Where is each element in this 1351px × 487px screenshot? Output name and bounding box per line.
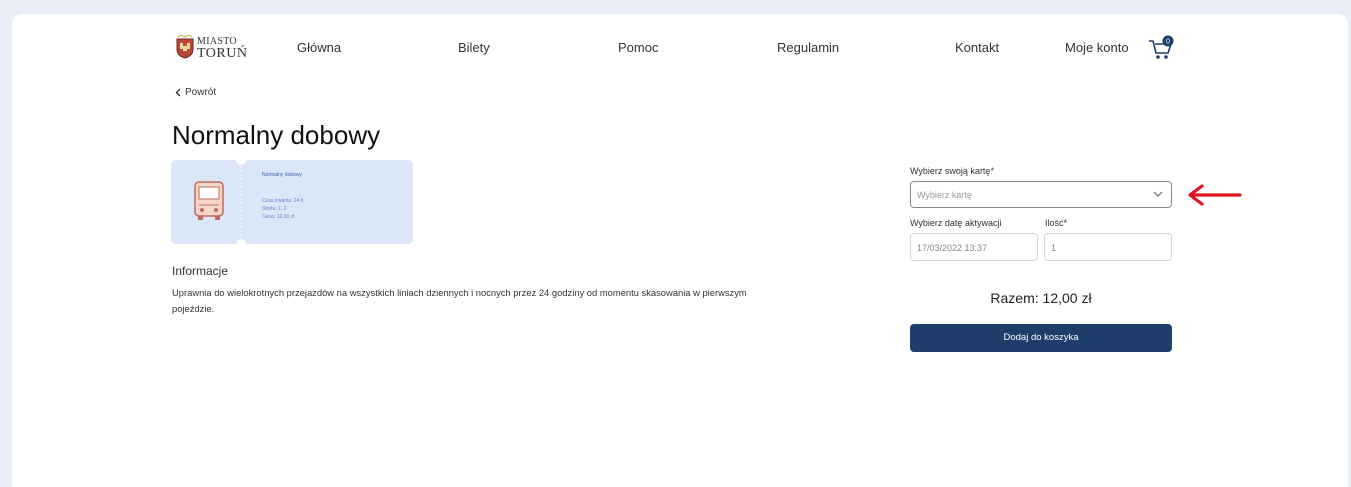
quantity-label: Ilość* bbox=[1045, 218, 1068, 228]
cart-count-badge: 0 bbox=[1166, 39, 1170, 46]
nav-link-kontakt[interactable]: Kontakt bbox=[955, 40, 999, 55]
activation-date-label: Wybierz datę aktywacji bbox=[910, 218, 1002, 228]
back-label: Powrót bbox=[185, 87, 217, 98]
nav-link-regulamin[interactable]: Regulamin bbox=[777, 40, 839, 55]
ticket-name: Normalny dobowy bbox=[262, 172, 303, 178]
activation-date-field[interactable]: 17/03/2022 13:37 bbox=[910, 233, 1038, 261]
back-link[interactable]: Powrót bbox=[175, 87, 216, 98]
quantity-field[interactable]: 1 bbox=[1044, 233, 1172, 261]
cart-icon[interactable]: 0 bbox=[1148, 35, 1176, 61]
info-text: Uprawnia do wielokrotnych przejazdów na … bbox=[172, 287, 747, 314]
nav-link-moje-konto[interactable]: Moje konto bbox=[1065, 40, 1129, 55]
chevron-left-icon bbox=[175, 88, 181, 97]
add-to-cart-button[interactable]: Dodaj do koszyka bbox=[910, 324, 1172, 352]
chevron-down-icon bbox=[1153, 191, 1163, 197]
nav-link-bilety[interactable]: Bilety bbox=[458, 40, 490, 55]
ticket-duration: Czas trwania: 24 h bbox=[262, 198, 304, 204]
card-select[interactable]: Wybierz kartę bbox=[910, 181, 1172, 208]
card-select-placeholder: Wybierz kartę bbox=[917, 190, 972, 200]
card-select-label: Wybierz swoją kartę* bbox=[910, 166, 994, 176]
top-navigation: MIASTO TORUŃ Główna Bilety Pomoc Regulam… bbox=[175, 32, 1185, 66]
bus-icon bbox=[194, 181, 224, 220]
city-crest-icon bbox=[176, 35, 194, 59]
logo-text-bottom: TORUŃ bbox=[197, 46, 248, 61]
page-title: Normalny dobowy bbox=[172, 120, 381, 150]
ticket-price: Cena: 12,00 zł bbox=[262, 214, 295, 220]
nav-link-glowna[interactable]: Główna bbox=[297, 40, 341, 55]
logo[interactable]: MIASTO TORUŃ bbox=[175, 32, 255, 64]
nav-link-pomoc[interactable]: Pomoc bbox=[618, 40, 658, 55]
total-price: Razem: 12,00 zł bbox=[990, 290, 1092, 306]
red-arrow-annotation-icon bbox=[1188, 184, 1242, 206]
info-heading: Informacje bbox=[172, 264, 229, 278]
ticket-zone: Strefa: 1, 2 bbox=[262, 206, 287, 212]
